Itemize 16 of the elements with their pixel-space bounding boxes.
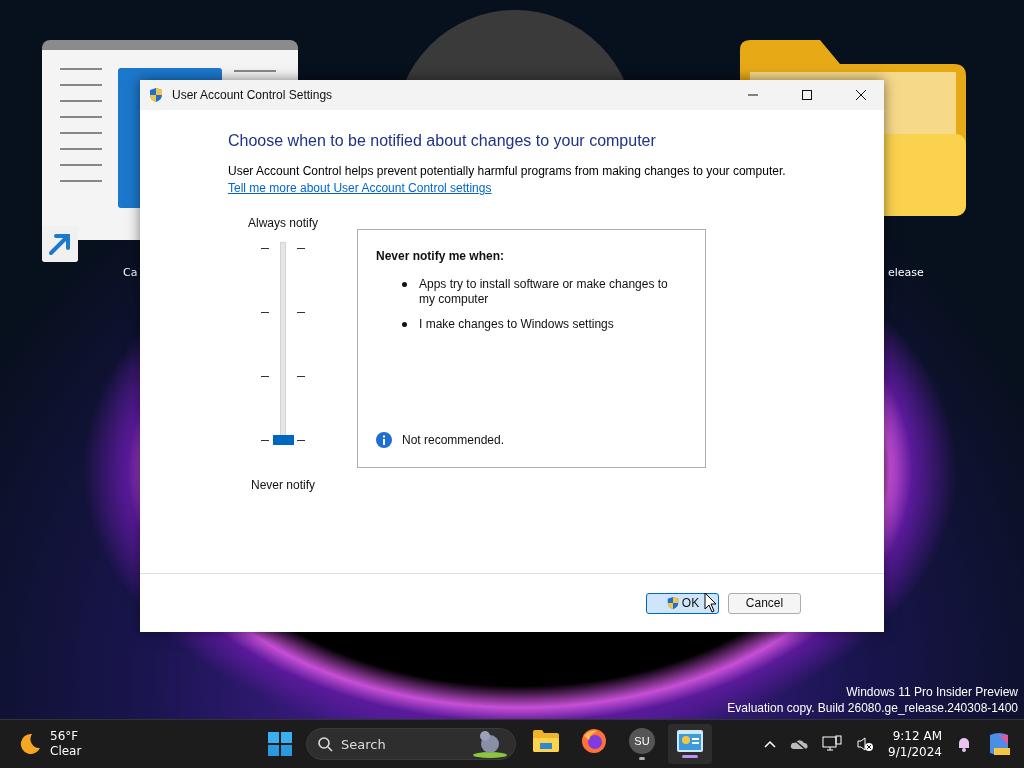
panel-title: Never notify me when: xyxy=(376,249,506,263)
warning-note: Not recommended. xyxy=(402,433,505,447)
desktop-icon-label: Ca xyxy=(123,266,138,279)
app-logo-icon: SU xyxy=(629,728,655,754)
desktop-icon-label: elease xyxy=(888,266,924,279)
slider-top-label: Always notify xyxy=(248,216,318,230)
bullet-item: Apps try to install software or make changes to my computer xyxy=(419,277,669,307)
window-title: User Account Control Settings xyxy=(172,88,334,102)
bullet-item: I make changes to Windows settings xyxy=(419,317,614,332)
dialog-heading: Choose when to be notified about changes to your computer xyxy=(228,132,657,150)
weather-condition: Clear xyxy=(50,744,82,759)
watermark-text: Windows 11 Pro Insider Preview xyxy=(845,684,1018,700)
slider-bottom-label: Never notify xyxy=(251,478,315,492)
description-text: User Account Control helps prevent potentially harmful programs from making changes to your computer. xyxy=(228,164,787,178)
watermark-text: Evaluation copy. Build 26080.ge_release.240308-1400 xyxy=(727,700,1018,716)
temperature-text: 56°F xyxy=(50,729,80,744)
